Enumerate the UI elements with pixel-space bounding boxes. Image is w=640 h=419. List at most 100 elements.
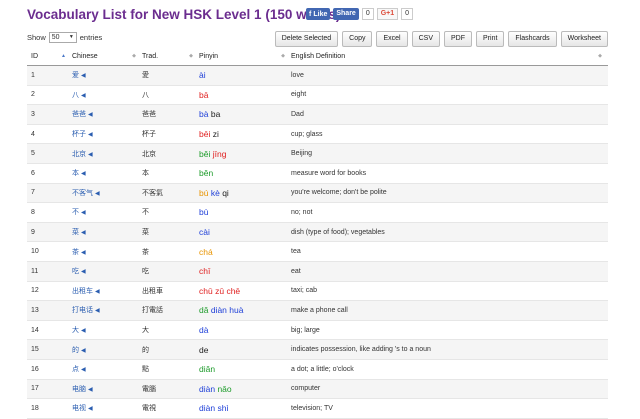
speaker-icon[interactable]: ◀ [81,328,86,334]
table-row[interactable]: 14 大 ◀ 大 dà big; large [27,320,608,341]
pinyin-syllable: jīng [212,148,227,159]
column-header-trad[interactable]: Trad. ◆ [142,48,199,66]
cell-traditional: 大 [142,320,199,341]
table-row[interactable]: 5 北京 ◀ 北京 běi jīng Beijing [27,143,608,164]
entries-select[interactable]: 50 [48,32,77,43]
chinese-word-link[interactable]: 爱 [72,72,79,79]
speaker-icon[interactable]: ◀ [81,73,86,79]
cell-id: 9 [27,222,72,243]
chinese-word-link[interactable]: 爸爸 [72,111,86,118]
pinyin-syllable: cài [199,227,210,238]
speaker-icon[interactable]: ◀ [81,93,86,99]
chinese-word-link[interactable]: 北京 [72,151,86,158]
table-row[interactable]: 9 菜 ◀ 菜 cài dish (type of food); vegetables [27,222,608,243]
speaker-icon[interactable]: ◀ [81,230,86,236]
chinese-word-link[interactable]: 电视 [72,405,86,412]
sort-icon: ◆ [189,53,193,59]
flashcards-button[interactable]: Flashcards [508,31,557,47]
chinese-word-link[interactable]: 八 [72,92,79,99]
speaker-icon[interactable]: ◀ [88,112,93,118]
cell-definition: tea [291,241,608,262]
facebook-share-button[interactable]: Share [333,8,359,20]
google-plus-button[interactable]: G+1 [376,8,399,20]
column-header-trad-label: Trad. [142,53,159,60]
speaker-icon[interactable]: ◀ [88,406,93,412]
table-row[interactable]: 13 打电话 ◀ 打電話 dǎ diàn huà make a phone call [27,300,608,321]
chinese-word-link[interactable]: 茶 [72,249,79,256]
cell-traditional: 不 [142,202,199,223]
speaker-icon[interactable]: ◀ [81,210,86,216]
table-row[interactable]: 11 吃 ◀ 吃 chī eat [27,261,608,282]
table-row[interactable]: 18 电视 ◀ 電視 diàn shì television; TV [27,398,608,419]
cell-traditional: 八 [142,85,199,106]
chinese-word-link[interactable]: 出租车 [72,288,93,295]
cell-traditional: 點 [142,359,199,380]
pinyin-syllable: diàn [199,383,216,394]
column-header-definition[interactable]: English Definition ◆ [291,48,608,66]
table-row[interactable]: 12 出租车 ◀ 出租車 chū zū chē taxi; cab [27,281,608,302]
chinese-word-link[interactable]: 的 [72,347,79,354]
cell-chinese: 北京 ◀ [72,143,142,164]
entries-select-value: 50 [51,34,60,41]
table-row[interactable]: 4 杯子 ◀ 杯子 bēi zi cup; glass [27,124,608,145]
excel-button[interactable]: Excel [376,31,408,47]
table-row[interactable]: 15 的 ◀ 的 de indicates possession, like adding… [27,339,608,360]
cell-definition: television; TV [291,398,608,419]
table-row[interactable]: 10 茶 ◀ 茶 chá tea [27,241,608,262]
speaker-icon[interactable]: ◀ [81,367,86,373]
chinese-word-link[interactable]: 电脑 [72,386,86,393]
speaker-icon[interactable]: ◀ [81,250,86,256]
column-header-id[interactable]: ID ▲ [27,48,72,66]
chinese-word-link[interactable]: 杯子 [72,131,86,138]
csv-button[interactable]: CSV [411,31,441,47]
speaker-icon[interactable]: ◀ [95,191,100,197]
column-header-chinese[interactable]: Chinese ◆ [72,48,142,66]
chinese-word-link[interactable]: 不 [72,209,79,216]
cell-chinese: 电脑 ◀ [72,379,142,400]
table-row[interactable]: 8 不 ◀ 不 bù no; not [27,202,608,223]
speaker-icon[interactable]: ◀ [88,387,93,393]
pdf-button[interactable]: PDF [444,31,473,47]
cell-id: 17 [27,379,72,400]
chinese-word-link[interactable]: 本 [72,170,79,177]
table-row[interactable]: 16 点 ◀ 點 diǎn a dot; a little; o'clock [27,359,608,380]
table-row[interactable]: 2 八 ◀ 八 bā eight [27,85,608,106]
chinese-word-link[interactable]: 点 [72,366,79,373]
cell-pinyin: ài [199,65,291,86]
speaker-icon[interactable]: ◀ [88,132,93,138]
chinese-word-link[interactable]: 菜 [72,229,79,236]
facebook-like-button[interactable]: f Like [306,8,331,20]
table-row[interactable]: 7 不客气 ◀ 不客氣 bú kè qi you're welcome; don't be… [27,183,608,204]
cell-chinese: 打电话 ◀ [72,300,142,321]
cell-traditional: 爸爸 [142,104,199,125]
column-header-id-label: ID [31,53,38,60]
chinese-word-link[interactable]: 大 [72,327,79,334]
chinese-word-link[interactable]: 打电话 [72,307,93,314]
speaker-icon[interactable]: ◀ [81,269,86,275]
table-row[interactable]: 17 电脑 ◀ 電腦 diàn nǎo computer [27,379,608,400]
cell-chinese: 不客气 ◀ [72,183,142,204]
cell-traditional: 茶 [142,241,199,262]
worksheet-button[interactable]: Worksheet [560,31,608,47]
speaker-icon[interactable]: ◀ [81,171,86,177]
cell-pinyin: bú kè qi [199,183,291,204]
speaker-icon[interactable]: ◀ [95,289,100,295]
table-row[interactable]: 6 本 ◀ 本 běn measure word for books [27,163,608,184]
delete-selected-button[interactable]: Delete Selected [274,31,339,47]
column-header-chinese-label: Chinese [72,53,98,60]
print-button[interactable]: Print [476,31,505,47]
cell-traditional: 電視 [142,398,199,419]
copy-button[interactable]: Copy [342,31,373,47]
speaker-icon[interactable]: ◀ [95,308,100,314]
column-header-pinyin[interactable]: Pinyin ◆ [199,48,291,66]
speaker-icon[interactable]: ◀ [81,348,86,354]
pinyin-syllable: diàn [210,305,227,316]
speaker-icon[interactable]: ◀ [88,152,93,158]
sort-icon: ◆ [598,53,602,59]
table-row[interactable]: 3 爸爸 ◀ 爸爸 bà ba Dad [27,104,608,125]
cell-traditional: 愛 [142,65,199,86]
chinese-word-link[interactable]: 吃 [72,268,79,275]
pinyin-syllable: qi [222,187,229,198]
table-row[interactable]: 1 爱 ◀ 愛 ài love [27,65,608,86]
chinese-word-link[interactable]: 不客气 [72,190,93,197]
